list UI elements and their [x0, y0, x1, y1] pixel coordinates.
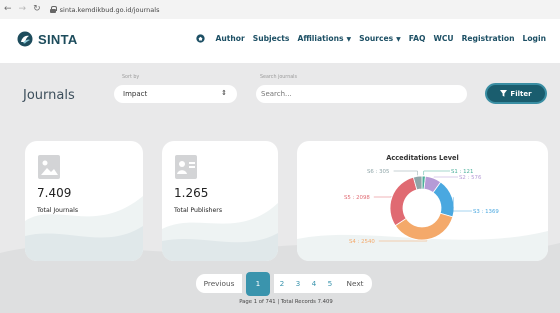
- site-header: SINTA Author Subjects Affiliations ▼ Sour…: [0, 19, 560, 63]
- nav-subjects[interactable]: Subjects: [253, 34, 290, 43]
- logo-text: SINTA: [38, 31, 78, 47]
- pagination: Previous 1 2 3 4 5 Next: [196, 271, 372, 296]
- arrow-left-icon[interactable]: ←: [4, 5, 12, 14]
- donut-leader-s1: [423, 170, 450, 176]
- page-button-4[interactable]: 4: [306, 274, 322, 293]
- reload-icon[interactable]: ↻: [33, 5, 41, 14]
- nav-affiliations-label: Affiliations: [297, 34, 344, 43]
- nav-wcu[interactable]: WCU: [433, 34, 453, 43]
- donut-label-s4: S4 : 2540: [349, 239, 375, 245]
- page-info: Page 1 of 741 | Total Records 7.409: [239, 299, 333, 305]
- address-bar[interactable]: sinta.kemdikbud.go.id/journals: [49, 6, 160, 14]
- nav-sources-label: Sources: [359, 34, 394, 43]
- total-publishers-label: Total Publishers: [174, 207, 223, 214]
- chevron-down-icon: ▼: [396, 36, 401, 43]
- accreditation-chart-card: Acceditations Level S1 : 121 S2 : 576 S3 :…: [297, 141, 548, 261]
- previous-page-button[interactable]: Previous: [196, 274, 242, 293]
- donut-leader-s3: [452, 197, 472, 212]
- total-publishers-value: 1.265: [174, 186, 209, 200]
- chevron-down-icon: ▼: [346, 36, 352, 43]
- funnel-icon: [500, 90, 508, 97]
- search-label: Search journals: [260, 75, 298, 80]
- total-journals-label: Total Journals: [37, 207, 79, 214]
- total-journals-value: 7.409: [37, 186, 72, 200]
- page-title: Journals: [23, 88, 75, 103]
- donut-label-s3: S3 : 1369: [473, 209, 499, 215]
- main-nav: Author Subjects Affiliations ▼ Sources ▼ F…: [196, 34, 546, 43]
- nav-faq[interactable]: FAQ: [409, 34, 426, 43]
- sort-select[interactable]: Impact ⇕: [114, 85, 237, 103]
- donut-slice-s5[interactable]: [389, 176, 418, 227]
- filter-button-label: Filter: [510, 89, 532, 98]
- donut-leader-s5: [373, 196, 392, 198]
- page-button-2[interactable]: 2: [274, 274, 290, 293]
- page-button-5[interactable]: 5: [322, 274, 338, 293]
- nav-affiliations[interactable]: Affiliations ▼: [297, 34, 351, 43]
- id-card-icon: [175, 155, 197, 179]
- journals-page: Journals Sort by Impact ⇕ Search journal…: [0, 63, 560, 313]
- browser-toolbar: ← → ↻ sinta.kemdikbud.go.id/journals: [0, 0, 560, 19]
- nav-sources[interactable]: Sources ▼: [359, 34, 401, 43]
- select-arrows-icon: ⇕: [221, 89, 227, 97]
- sinta-logo[interactable]: SINTA: [17, 31, 78, 47]
- next-page-button[interactable]: Next: [338, 274, 372, 293]
- filter-button[interactable]: Filter: [485, 83, 547, 104]
- donut-label-s5: S5 : 2098: [344, 195, 370, 201]
- sort-label: Sort by: [122, 75, 140, 80]
- page-button-1[interactable]: 1: [246, 271, 270, 296]
- nav-login[interactable]: Login: [522, 34, 546, 43]
- home-icon[interactable]: [196, 34, 206, 43]
- search-input[interactable]: [256, 85, 467, 103]
- donut-chart: S1 : 121S2 : 576S3 : 1369S4 : 2540S5 : 2…: [344, 169, 499, 245]
- donut-label-s2: S2 : 576: [459, 175, 482, 181]
- total-publishers-card: 1.265 Total Publishers: [162, 141, 278, 261]
- total-journals-card: 7.409 Total Journals: [25, 141, 143, 261]
- page-button-3[interactable]: 3: [290, 274, 306, 293]
- sort-value: Impact: [123, 90, 148, 98]
- donut-label-s6: S6 : 305: [367, 169, 389, 175]
- url-text[interactable]: sinta.kemdikbud.go.id/journals: [60, 6, 160, 14]
- donut-leader-s6: [393, 170, 418, 176]
- arrow-right-icon[interactable]: →: [19, 5, 27, 14]
- image-icon: [38, 155, 60, 179]
- nav-author[interactable]: Author: [215, 34, 244, 43]
- sinta-logo-icon: [17, 31, 33, 47]
- nav-registration[interactable]: Registration: [462, 34, 515, 43]
- lock-icon: [49, 6, 57, 13]
